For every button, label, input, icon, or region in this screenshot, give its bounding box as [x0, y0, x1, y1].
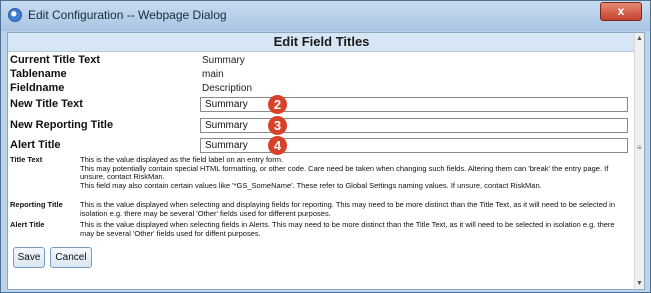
help-text: This is the value displayed when selecti…	[80, 220, 615, 238]
dialog-content: Edit Field Titles Current Title Text Sum…	[7, 32, 645, 290]
info-value: Summary	[202, 55, 245, 66]
info-value: Description	[202, 83, 253, 94]
step-badge-3: 3	[268, 116, 287, 135]
info-row-tablename: Tablename	[10, 68, 67, 80]
info-label: Tablename	[10, 68, 67, 80]
alert-title-label: Alert Title	[10, 139, 61, 151]
window-title: Edit Configuration -- Webpage Dialog	[28, 8, 227, 22]
help-label: Title Text	[10, 155, 43, 164]
save-button[interactable]: Save	[13, 247, 45, 268]
info-label: Current Title Text	[10, 54, 101, 66]
close-icon: x	[617, 4, 625, 18]
info-row-current-title: Current Title Text	[10, 54, 100, 66]
scroll-grip-icon[interactable]: ≡	[637, 143, 642, 152]
title-bar: Edit Configuration -- Webpage Dialog x	[1, 1, 650, 31]
help-text: This is the value displayed as the field…	[80, 155, 609, 190]
page-title: Edit Field Titles	[8, 33, 635, 52]
new-reporting-title-label: New Reporting Title	[10, 119, 114, 131]
help-label: Alert Title	[10, 220, 45, 229]
dialog-window: Edit Configuration -- Webpage Dialog x E…	[0, 0, 651, 293]
step-badge-4: 4	[268, 136, 287, 155]
new-title-input[interactable]	[200, 97, 628, 112]
help-label: Reporting Title	[10, 200, 63, 209]
alert-title-input[interactable]	[200, 138, 628, 153]
info-row-fieldname: Fieldname	[10, 82, 64, 94]
help-title-text: Title Text This is the value displayed a…	[10, 155, 630, 200]
scroll-down-icon[interactable]: ▼	[636, 280, 643, 287]
cancel-button[interactable]: Cancel	[50, 247, 92, 268]
new-title-label: New Title Text	[10, 98, 83, 110]
help-alert-title: Alert Title This is the value displayed …	[10, 220, 630, 239]
step-badge-2: 2	[268, 95, 287, 114]
vertical-scrollbar[interactable]: ▲ ≡ ▼	[634, 33, 644, 289]
scroll-up-icon[interactable]: ▲	[636, 35, 643, 42]
info-label: Fieldname	[10, 82, 65, 94]
close-button[interactable]: x	[600, 2, 642, 21]
info-value: main	[202, 69, 224, 80]
help-text: This is the value displayed when selecti…	[80, 200, 616, 218]
new-reporting-title-input[interactable]	[200, 118, 628, 133]
ie-app-icon	[8, 8, 22, 22]
help-reporting-title: Reporting Title This is the value displa…	[10, 200, 630, 219]
